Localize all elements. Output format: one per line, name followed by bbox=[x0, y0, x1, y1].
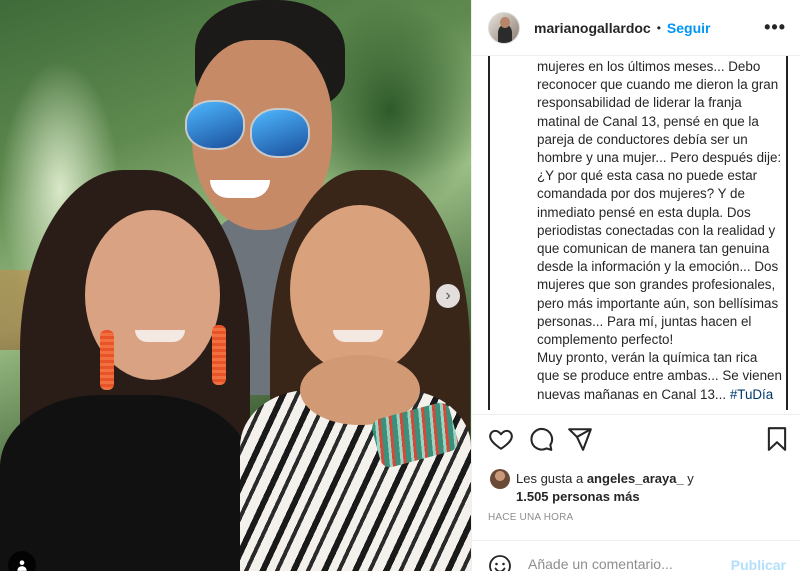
liker-username-link[interactable]: angeles_araya_ bbox=[587, 471, 684, 486]
likes-count-link[interactable]: 1.505 personas más bbox=[516, 489, 640, 504]
separator-dot: • bbox=[656, 20, 661, 35]
woman-right-smile bbox=[333, 330, 383, 342]
woman-right-face bbox=[290, 205, 430, 375]
publish-button[interactable]: Publicar bbox=[731, 557, 786, 571]
post-side-panel: marianogallardoc • Seguir ••• mujeres en… bbox=[471, 0, 800, 571]
username-link[interactable]: marianogallardoc bbox=[534, 20, 651, 36]
caption-line: hombre y una mujer... Pero después dije: bbox=[537, 150, 782, 166]
avatar[interactable] bbox=[488, 11, 520, 44]
caption-line: inmediato pensé en esta dupla. Dos bbox=[537, 204, 751, 220]
caption-line: periodistas conectadas con la realidad y bbox=[537, 222, 776, 238]
more-options-button[interactable]: ••• bbox=[764, 17, 786, 38]
likes-prefix: Les gusta a bbox=[516, 471, 587, 486]
send-icon[interactable] bbox=[567, 426, 593, 452]
tagged-users-button[interactable] bbox=[8, 551, 36, 571]
chevron-right-icon: › bbox=[445, 287, 451, 304]
caption-line: responsabilidad de liderar la franja bbox=[537, 95, 742, 111]
caption-line: personas... Para mí, juntas hacen el bbox=[537, 313, 752, 329]
sunglasses-left-lens bbox=[185, 100, 245, 150]
caption-line: mujeres que son grandes profesionales, bbox=[537, 277, 776, 293]
man-smile bbox=[210, 180, 270, 198]
post-actions bbox=[488, 426, 788, 454]
caption-line-text: nuevas mañanas en Canal 13... bbox=[537, 386, 730, 402]
bookmark-icon[interactable] bbox=[764, 426, 790, 452]
earring-right bbox=[212, 325, 226, 385]
next-photo-button[interactable]: › bbox=[436, 284, 460, 308]
caption-line-last: nuevas mañanas en Canal 13... #TuDía bbox=[537, 386, 787, 404]
caption-line: matinal de Canal 13, pensé en que la bbox=[537, 113, 759, 129]
caption-line: pero más importante aún, son bellísimas bbox=[537, 295, 779, 311]
follow-button[interactable]: Seguir bbox=[667, 20, 711, 36]
caption-line: comandada por dos mujeres? Y de bbox=[537, 186, 745, 202]
caption-line: ¿Y por qué esta casa no puede estar bbox=[537, 168, 758, 184]
woman-left-top bbox=[0, 395, 250, 571]
post-photo[interactable]: › bbox=[0, 0, 471, 571]
caption-line: que se produce entre ambas... Se vienen bbox=[537, 368, 782, 384]
liker-avatar[interactable] bbox=[490, 469, 510, 489]
emoji-icon[interactable] bbox=[488, 554, 512, 571]
comment-input[interactable] bbox=[528, 556, 728, 571]
caption-line: desde la información y la emoción... Dos bbox=[537, 259, 779, 275]
sunglasses-right-lens bbox=[250, 108, 310, 158]
add-comment-row: Publicar bbox=[488, 552, 788, 571]
divider bbox=[472, 540, 800, 541]
woman-left-smile bbox=[135, 330, 185, 342]
post-timestamp[interactable]: HACE UNA HORA bbox=[488, 512, 573, 523]
earring-left bbox=[100, 330, 114, 390]
caption-line: Muy pronto, verán la química tan rica bbox=[537, 350, 758, 366]
caption-line: que comunican de manera tan genuina bbox=[537, 241, 770, 257]
divider bbox=[472, 414, 800, 415]
caption-line: complemento perfecto! bbox=[537, 332, 674, 348]
caption-scroll-area[interactable]: mujeres en los últimos meses... Debo rec… bbox=[488, 56, 788, 410]
caption-text: mujeres en los últimos meses... Debo rec… bbox=[537, 58, 787, 404]
user-tag-icon bbox=[17, 560, 27, 571]
likes-suffix: y bbox=[683, 471, 694, 486]
likes-line-1: Les gusta a angeles_araya_ y bbox=[516, 471, 694, 486]
hashtag-link[interactable]: #TuDía bbox=[730, 387, 773, 402]
caption-line: pareja de conductores debía ser un bbox=[537, 131, 748, 147]
caption-line: reconocer que cuando me dieron la gran bbox=[537, 77, 779, 93]
comment-icon[interactable] bbox=[528, 426, 554, 452]
post-header: marianogallardoc • Seguir ••• bbox=[472, 0, 800, 56]
heart-icon[interactable] bbox=[488, 426, 514, 452]
caption-line: mujeres en los últimos meses... Debo bbox=[537, 59, 761, 74]
